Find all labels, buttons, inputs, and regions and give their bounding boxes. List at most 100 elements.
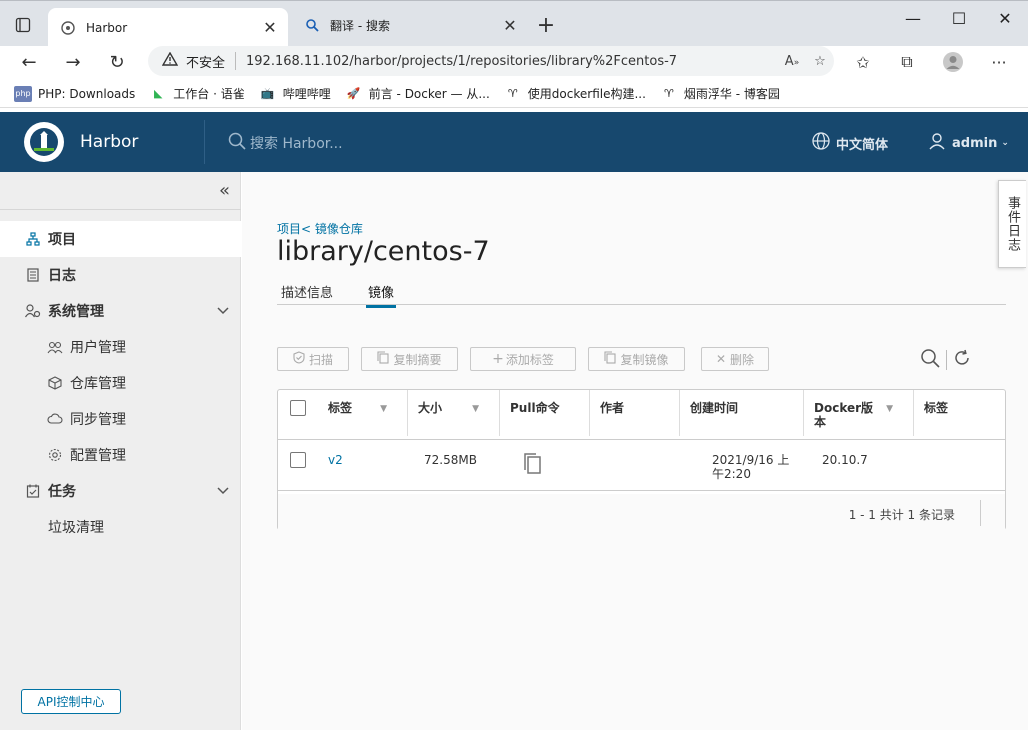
select-all-checkbox[interactable] [290,400,306,416]
global-search[interactable]: 搜索 Harbor... [228,132,343,154]
bookmark-docker[interactable]: 🚀 前言 - Docker — 从... [345,85,490,102]
api-explorer-button[interactable]: API控制中心 [21,689,121,714]
tab-title: Harbor [86,20,128,35]
column-size[interactable]: 大小 ▼ [408,390,500,436]
column-label: 标签 [924,401,949,415]
collections-icon[interactable]: ⧉ [894,50,920,74]
bookmark-php[interactable]: php PHP: Downloads [14,85,135,102]
warning-icon[interactable] [161,51,179,70]
filter-icon[interactable]: ▼ [380,402,387,416]
column-label: Docker版本 [814,401,874,429]
browser-tab-translate[interactable]: 翻译 - 搜索 ✕ [292,8,528,42]
footer-divider [980,500,981,526]
harbor-logo-icon[interactable] [24,122,64,162]
grid-footer: 1 - 1 共计 1 条记录 [278,494,1005,530]
row-checkbox[interactable] [290,452,306,468]
sidebar-item-registries[interactable]: 仓库管理 [0,365,241,401]
favorites-icon[interactable]: ✩ [850,50,876,74]
scan-button[interactable]: 扫描 [277,347,349,371]
column-docker-version[interactable]: Docker版本 ▼ [804,390,914,436]
chevron-down-icon[interactable] [217,304,229,318]
close-tab-icon[interactable]: ✕ [500,16,520,35]
user-icon [928,132,946,154]
yuque-icon: ◣ [154,87,163,100]
brand-name[interactable]: Harbor [80,132,138,152]
bookmark-yuque[interactable]: ◣ 工作台 · 语雀 [149,85,245,102]
browser-tab-strip: Harbor ✕ 翻译 - 搜索 ✕ + — ☐ ✕ [0,0,1028,47]
bookmark-bilibili[interactable]: 📺 哔哩哔哩 [259,85,331,102]
tab-info[interactable]: 描述信息 [281,282,333,301]
search-input[interactable]: 搜索 Harbor... [250,133,343,153]
gear-icon [46,448,64,462]
sidebar-item-label: 配置管理 [70,448,126,464]
maximize-icon[interactable]: ☐ [944,9,974,28]
window-close-icon[interactable]: ✕ [990,9,1020,28]
chevron-down-icon[interactable] [217,484,229,498]
browser-tab-harbor[interactable]: Harbor ✕ [48,8,288,47]
breadcrumb[interactable]: 项目< 镜像仓库 [277,220,363,237]
rocket-icon: 🚀 [346,87,361,100]
minimize-icon[interactable]: — [898,9,928,28]
column-label: Pull命令 [510,401,560,415]
copy-image-button[interactable]: 复制镜像 [588,347,685,371]
sidebar-item-label: 仓库管理 [70,376,126,392]
event-log-drawer-tab[interactable]: 事件日志 [998,180,1026,268]
address-bar[interactable]: 不安全 192.168.11.102/harbor/projects/1/rep… [148,46,834,76]
language-switcher[interactable]: 中文简体 [812,132,888,154]
bookmark-dockerfile[interactable]: ♈ 使用dockerfile构建... [504,85,646,102]
tab-images[interactable]: 镜像 [366,282,397,308]
delete-button[interactable]: ✕ 删除 [701,347,769,371]
filter-icon[interactable]: ▼ [472,402,479,416]
back-icon[interactable]: ← [16,50,42,74]
reload-icon[interactable]: ↻ [104,50,130,74]
sidebar-item-projects[interactable]: 项目 [0,221,241,257]
grid-header: 标签 ▼ 大小 ▼ Pull命令 作者 创建时间 Docker版本 ▼ 标签 [278,390,1005,440]
sidebar-item-tasks[interactable]: 任务 [0,473,241,509]
separator [235,52,237,70]
forward-icon[interactable]: → [60,50,86,74]
filter-icon[interactable]: ▼ [886,402,893,416]
sidebar-item-label: 任务 [48,484,76,500]
search-icon[interactable] [920,348,940,372]
bilibili-icon: 📺 [260,87,275,100]
sidebar-item-users[interactable]: 用户管理 [0,329,241,365]
sidebar-item-label: 垃圾清理 [48,520,104,536]
user-menu[interactable]: admin ⌄ [928,132,1009,154]
add-label-button[interactable]: + 添加标签 [470,347,576,371]
php-icon: php [14,85,32,102]
harbor-favicon-icon [60,20,76,36]
collapse-sidebar-icon[interactable]: « [219,180,230,201]
close-tab-icon[interactable]: ✕ [260,18,280,37]
read-aloud-icon[interactable]: A» [778,54,806,69]
refresh-icon[interactable] [953,349,971,371]
harbor-header: Harbor 搜索 Harbor... 中文简体 admin ⌄ [0,112,1028,172]
profile-avatar-icon[interactable] [940,50,966,74]
column-label: 大小 [418,401,443,415]
more-menu-icon[interactable]: ··· [986,50,1012,74]
sidebar-item-gc[interactable]: 垃圾清理 [0,509,241,545]
sidebar-item-replication[interactable]: 同步管理 [0,401,241,437]
sidebar-item-logs[interactable]: 日志 [0,257,241,293]
created-value: 2021/9/16 上午2:20 [712,453,790,481]
sidebar-item-label: 日志 [48,268,76,284]
users-icon [46,340,64,354]
search-favicon-icon [304,17,320,33]
copy-digest-button[interactable]: 复制摘要 [361,347,458,371]
scan-label: 扫描 [308,352,333,367]
window-menu-icon[interactable] [12,14,34,36]
search-icon [228,132,246,154]
sidebar-item-configuration[interactable]: 配置管理 [0,437,241,473]
copy-icon [604,351,617,367]
column-created[interactable]: 创建时间 [680,390,804,436]
sidebar-item-label: 同步管理 [70,412,126,428]
add-favorite-icon[interactable]: ☆ [806,54,834,69]
tag-link[interactable]: v2 [328,453,343,467]
bookmark-cnblogs[interactable]: ♈ 烟雨浮华 - 博客园 [660,85,780,102]
new-tab-button[interactable]: + [534,13,558,38]
table-row[interactable]: v2 72.58MB 2021/9/16 上午2:20 20.10.7 [278,441,1005,491]
column-tag[interactable]: 标签 ▼ [318,390,408,436]
url-text[interactable]: 192.168.11.102/harbor/projects/1/reposit… [246,54,778,69]
sidebar-item-administration[interactable]: 系统管理 [0,293,241,329]
images-datagrid: 标签 ▼ 大小 ▼ Pull命令 作者 创建时间 Docker版本 ▼ 标签 v… [277,389,1006,530]
copy-pull-command-icon[interactable] [522,452,544,479]
